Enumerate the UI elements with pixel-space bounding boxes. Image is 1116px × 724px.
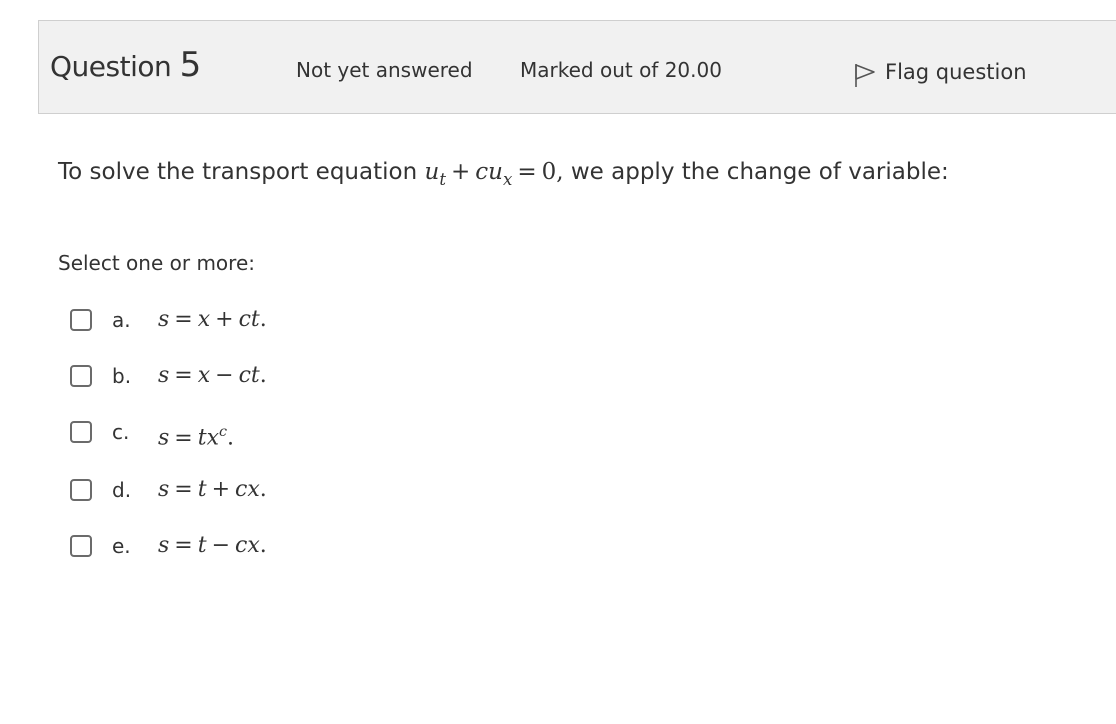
expr-s: s [158, 425, 170, 451]
eq-plus: + [450, 159, 471, 185]
expr-s: s [158, 307, 170, 332]
answer-expression: s = x − ct. [158, 363, 267, 389]
answer-option-a[interactable]: a. s = x + ct. [70, 305, 267, 335]
expr-op: + [215, 307, 234, 332]
expr-sup: c [218, 424, 227, 440]
answer-expression: s = txc. [158, 419, 234, 452]
expr-eq: = [174, 425, 193, 451]
expr-s: s [158, 533, 170, 558]
answer-checkbox-a[interactable] [70, 309, 92, 331]
eq-u2: u [488, 159, 503, 185]
question-intro: To solve the transport equation [58, 159, 418, 185]
answer-checkbox-d[interactable] [70, 479, 92, 501]
expr-dot: . [259, 533, 267, 558]
answer-expression: s = t − cx. [158, 533, 267, 559]
eq-u: u [424, 159, 440, 185]
transport-equation: ut + cux = 0, [424, 159, 564, 189]
answer-expression: s = x + ct. [158, 307, 267, 333]
expr-p1: t [197, 477, 207, 502]
answer-letter: b. [112, 364, 132, 388]
answer-letter: a. [112, 308, 131, 332]
expr-p2: ct [238, 307, 260, 332]
expr-eq: = [174, 477, 193, 502]
question-state: Not yet answered [296, 58, 473, 82]
question-grade: Marked out of 20.00 [520, 58, 722, 82]
expr-p1: tx [197, 425, 219, 451]
answer-option-d[interactable]: d. s = t + cx. [70, 475, 267, 505]
expr-eq: = [174, 533, 193, 558]
answer-option-b[interactable]: b. s = x − ct. [70, 361, 267, 391]
answer-checkbox-c[interactable] [70, 421, 92, 443]
expr-s: s [158, 477, 170, 502]
expr-eq: = [174, 307, 193, 332]
expr-p2: ct [238, 363, 260, 388]
answer-checkbox-b[interactable] [70, 365, 92, 387]
expr-s: s [158, 363, 170, 388]
eq-c: c [475, 159, 489, 185]
question-word: Question [50, 50, 172, 83]
expr-p1: x [197, 363, 211, 388]
answer-letter: e. [112, 534, 131, 558]
flag-question-button[interactable]: Flag question [853, 56, 1027, 88]
answer-option-e[interactable]: e. s = t − cx. [70, 531, 267, 561]
question-outro: we apply the change of variable: [570, 159, 949, 185]
expr-dot: . [227, 425, 234, 451]
expr-eq: = [174, 363, 193, 388]
answer-checkbox-e[interactable] [70, 535, 92, 557]
question-info-bar: Question 5 Not yet answered Marked out o… [38, 20, 1116, 114]
eq-x: x [502, 169, 513, 189]
expr-p1: t [197, 533, 207, 558]
expr-dot: . [259, 363, 267, 388]
answer-expression: s = t + cx. [158, 477, 267, 503]
eq-t: t [439, 169, 446, 189]
question-number: 5 [179, 45, 202, 85]
answer-option-c[interactable]: c. s = txc. [70, 417, 234, 451]
expr-dot: . [259, 477, 267, 502]
eq-equals: = [517, 159, 537, 185]
question-text: To solve the transport equation ut + cux = 0… [58, 156, 949, 196]
answer-letter: c. [112, 420, 130, 444]
expr-op: + [211, 477, 231, 502]
answer-prompt: Select one or more: [58, 251, 255, 275]
expr-p2: cx [235, 533, 260, 558]
flag-question-label: Flag question [885, 60, 1027, 84]
expr-p2: cx [235, 477, 260, 502]
answer-letter: d. [112, 478, 132, 502]
expr-dot: . [259, 307, 267, 332]
expr-p1: x [197, 307, 211, 332]
expr-op: − [215, 363, 234, 388]
question-title: Question 5 [50, 48, 201, 84]
eq-zero: 0, [541, 159, 564, 185]
expr-op: − [211, 533, 231, 558]
flag-icon [853, 56, 877, 88]
